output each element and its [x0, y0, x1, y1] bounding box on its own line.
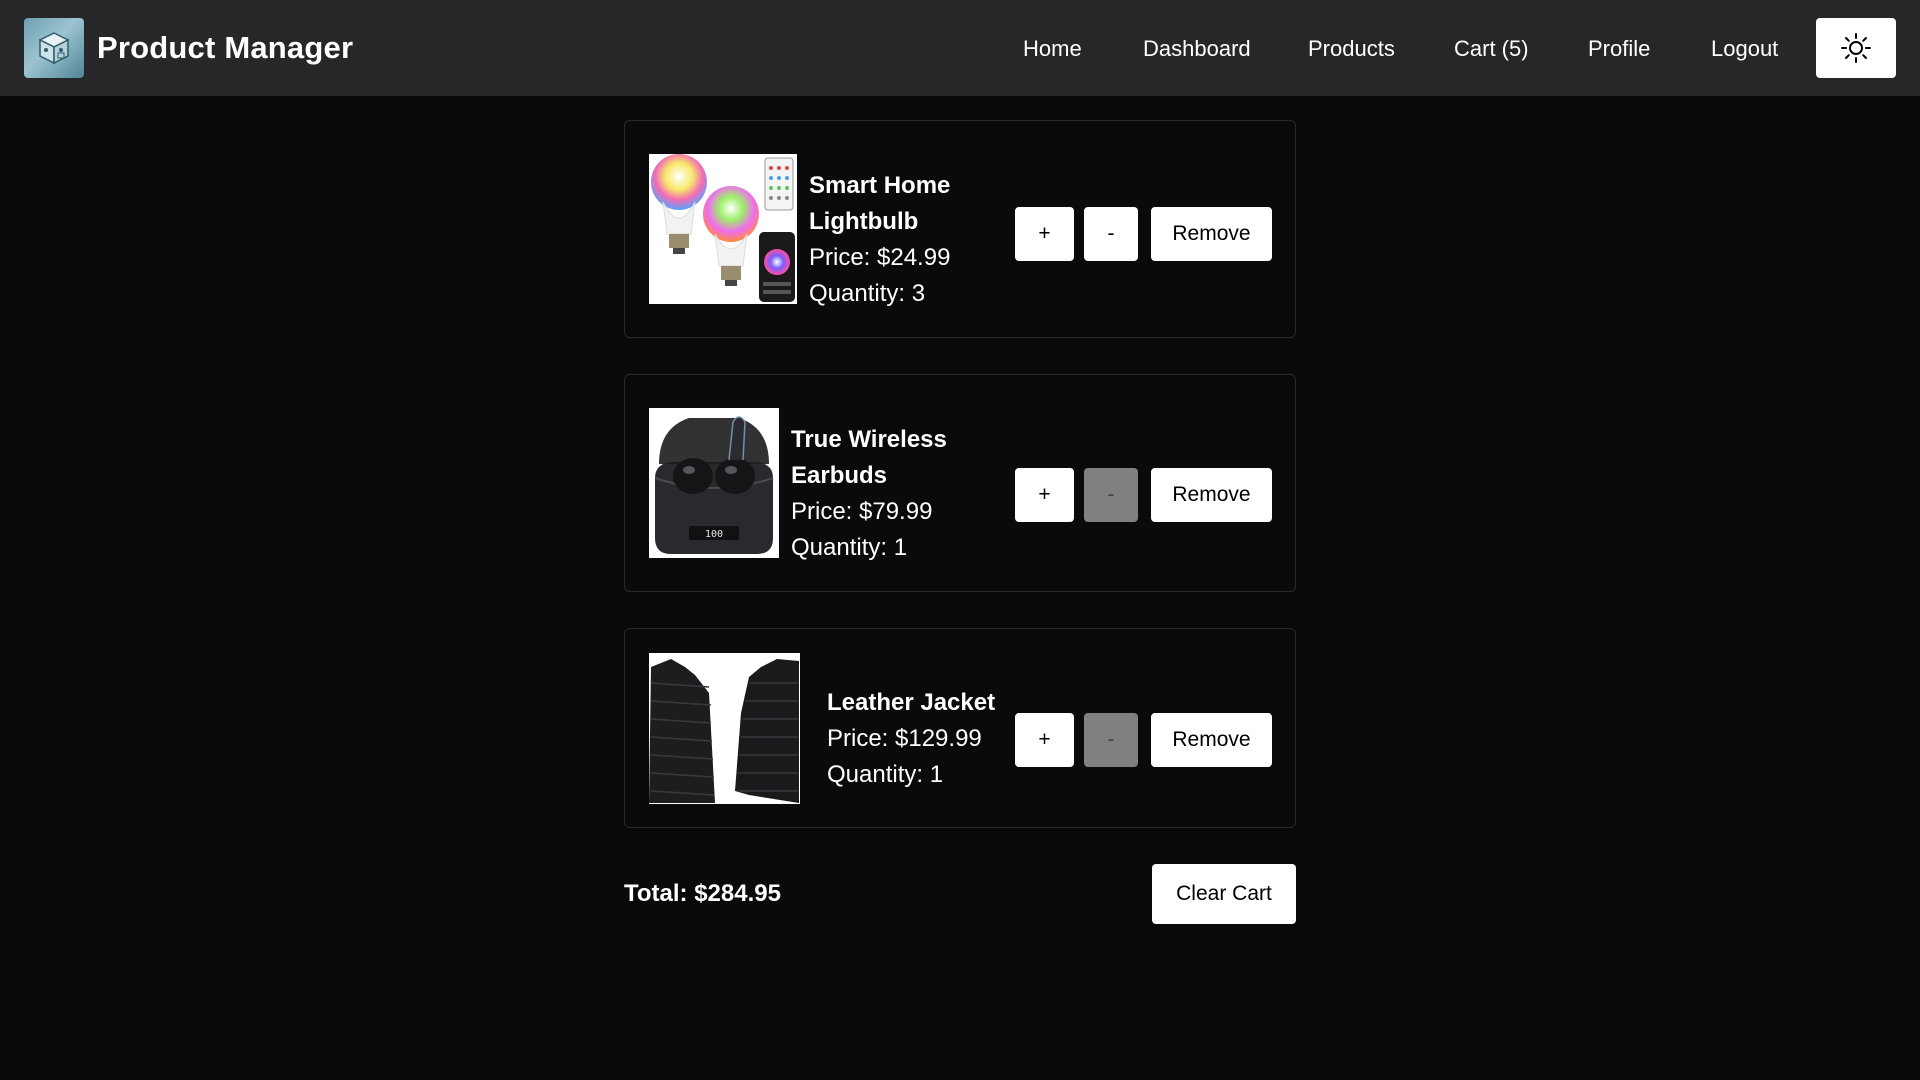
product-image-jacket	[649, 653, 800, 804]
top-navbar: Product Manager Home Dashboard Products …	[0, 0, 1920, 96]
nav-link-home[interactable]: Home	[1023, 36, 1082, 62]
nav-link-products[interactable]: Products	[1308, 36, 1395, 62]
sun-icon	[1841, 33, 1871, 63]
item-name: True Wireless	[791, 426, 947, 453]
cart-item: Leather Jacket Price: $129.99 Quantity: …	[624, 628, 1296, 828]
cube-box-icon	[24, 18, 84, 78]
remove-item-button[interactable]: Remove	[1151, 468, 1272, 522]
item-quantity: Quantity: 1	[791, 534, 908, 561]
item-price: Price: $79.99	[791, 498, 933, 525]
item-name: Smart Home	[809, 172, 951, 199]
remove-item-button[interactable]: Remove	[1151, 207, 1272, 261]
item-info: True Wireless Earbuds Price: $79.99 Quan…	[791, 422, 947, 566]
item-info: Smart Home Lightbulb Price: $24.99 Quant…	[809, 168, 950, 312]
increase-quantity-button[interactable]: +	[1015, 207, 1074, 261]
item-price: Price: $24.99	[809, 244, 951, 271]
item-info: Leather Jacket Price: $129.99 Quantity: …	[827, 685, 995, 793]
item-quantity: Quantity: 1	[827, 761, 944, 788]
item-quantity: Quantity: 3	[809, 280, 926, 307]
cart-item: 100 True Wireless Earbuds Price: $79.99 …	[624, 374, 1296, 592]
theme-toggle-button[interactable]	[1816, 18, 1896, 78]
item-name: Earbuds	[791, 462, 888, 489]
item-name: Lightbulb	[809, 208, 919, 235]
item-price: Price: $129.99	[827, 725, 982, 752]
brand[interactable]: Product Manager	[24, 18, 353, 78]
item-name: Leather Jacket	[827, 689, 996, 716]
clear-cart-button[interactable]: Clear Cart	[1152, 864, 1296, 924]
nav-link-logout[interactable]: Logout	[1711, 36, 1778, 62]
decrease-quantity-button[interactable]: -	[1084, 207, 1138, 261]
nav-links: Home Dashboard Products Cart (5) Profile…	[1000, 0, 1800, 96]
decrease-quantity-button[interactable]: -	[1084, 713, 1138, 767]
svg-text:100: 100	[705, 529, 723, 540]
decrease-quantity-button[interactable]: -	[1084, 468, 1138, 522]
cart-total: Total: $284.95	[624, 880, 781, 907]
increase-quantity-button[interactable]: +	[1015, 468, 1074, 522]
increase-quantity-button[interactable]: +	[1015, 713, 1074, 767]
cart-item: Smart Home Lightbulb Price: $24.99 Quant…	[624, 120, 1296, 338]
nav-link-profile[interactable]: Profile	[1588, 36, 1650, 62]
product-image-lightbulb	[649, 154, 797, 304]
brand-title: Product Manager	[97, 30, 354, 65]
nav-link-dashboard[interactable]: Dashboard	[1143, 36, 1251, 62]
nav-link-cart[interactable]: Cart (5)	[1454, 36, 1529, 62]
remove-item-button[interactable]: Remove	[1151, 713, 1272, 767]
product-image-earbuds: 100	[649, 408, 779, 558]
